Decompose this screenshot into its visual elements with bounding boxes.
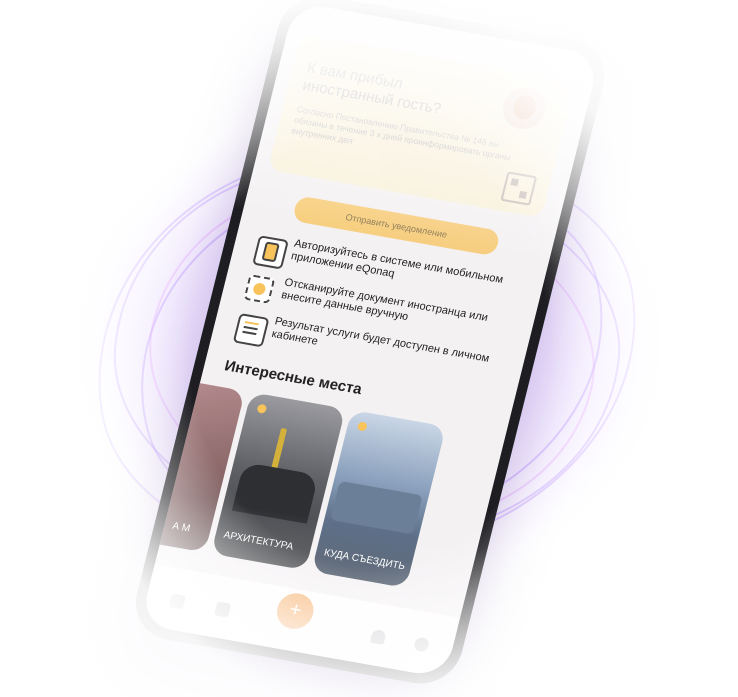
qr-code-icon[interactable] <box>500 171 538 206</box>
place-card-dot <box>256 403 268 414</box>
place-card-dot <box>356 421 368 432</box>
hero-scene: К вам прибыл иностранный гость? Согласно… <box>0 0 738 697</box>
place-card-label: Архитектура <box>222 529 295 553</box>
guest-info-card: К вам прибыл иностранный гость? Согласно… <box>267 33 576 218</box>
document-icon <box>232 313 270 348</box>
document-icon[interactable] <box>214 601 232 618</box>
guest-card-text: Согласно Постановлению Правительства № 1… <box>290 103 512 163</box>
place-card-label: Куда съездить <box>322 547 407 573</box>
phone-icon <box>252 235 289 270</box>
home-icon[interactable] <box>168 593 186 610</box>
bottom-navigation: + <box>139 564 461 679</box>
profile-icon[interactable] <box>412 636 431 653</box>
guest-avatar <box>498 84 551 133</box>
scan-icon <box>243 274 276 304</box>
add-button[interactable]: + <box>273 590 318 632</box>
app-screen: К вам прибыл иностранный гость? Согласно… <box>139 1 601 679</box>
bell-icon[interactable] <box>369 628 387 645</box>
